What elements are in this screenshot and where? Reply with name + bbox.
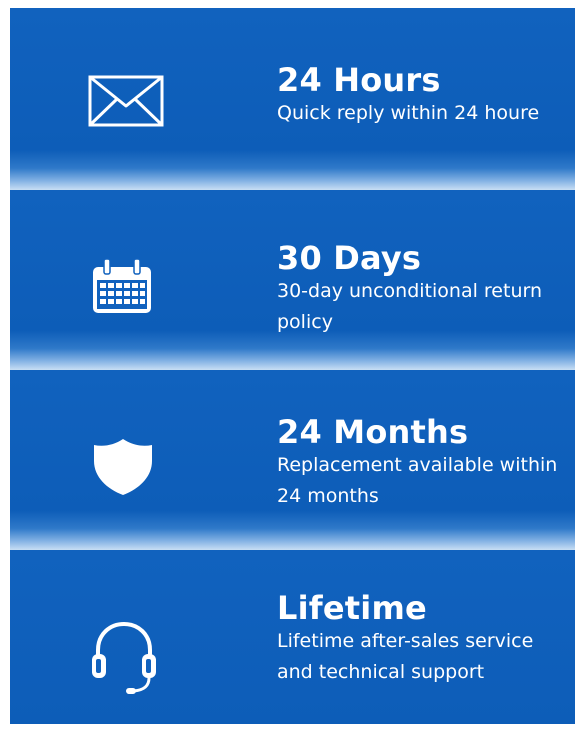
feature-title: 30 Days — [277, 239, 422, 277]
feature-title: 24 Hours — [277, 61, 441, 99]
headset-icon — [92, 621, 156, 694]
feature-card-response-time: 24 Hours Quick reply within 24 houre — [10, 8, 575, 190]
calendar-icon — [93, 258, 151, 313]
feature-title: Lifetime — [277, 589, 427, 627]
feature-description: Replacement available within 24 months — [277, 454, 558, 507]
feature-description: Lifetime after-sales service and technic… — [277, 630, 534, 683]
shield-icon — [94, 439, 152, 495]
envelope-icon — [88, 75, 164, 127]
feature-description: Quick reply within 24 houre — [277, 102, 540, 124]
feature-card-warranty: 24 Months Replacement available within 2… — [10, 370, 575, 550]
service-guarantees-panel: 24 Hours Quick reply within 24 houre 30 … — [10, 8, 575, 724]
feature-description: 30-day unconditional return policy — [277, 280, 543, 333]
feature-title: 24 Months — [277, 413, 469, 451]
feature-card-support: Lifetime Lifetime after-sales service an… — [10, 550, 575, 724]
feature-card-return-policy: 30 Days 30-day unconditional return poli… — [10, 190, 575, 370]
